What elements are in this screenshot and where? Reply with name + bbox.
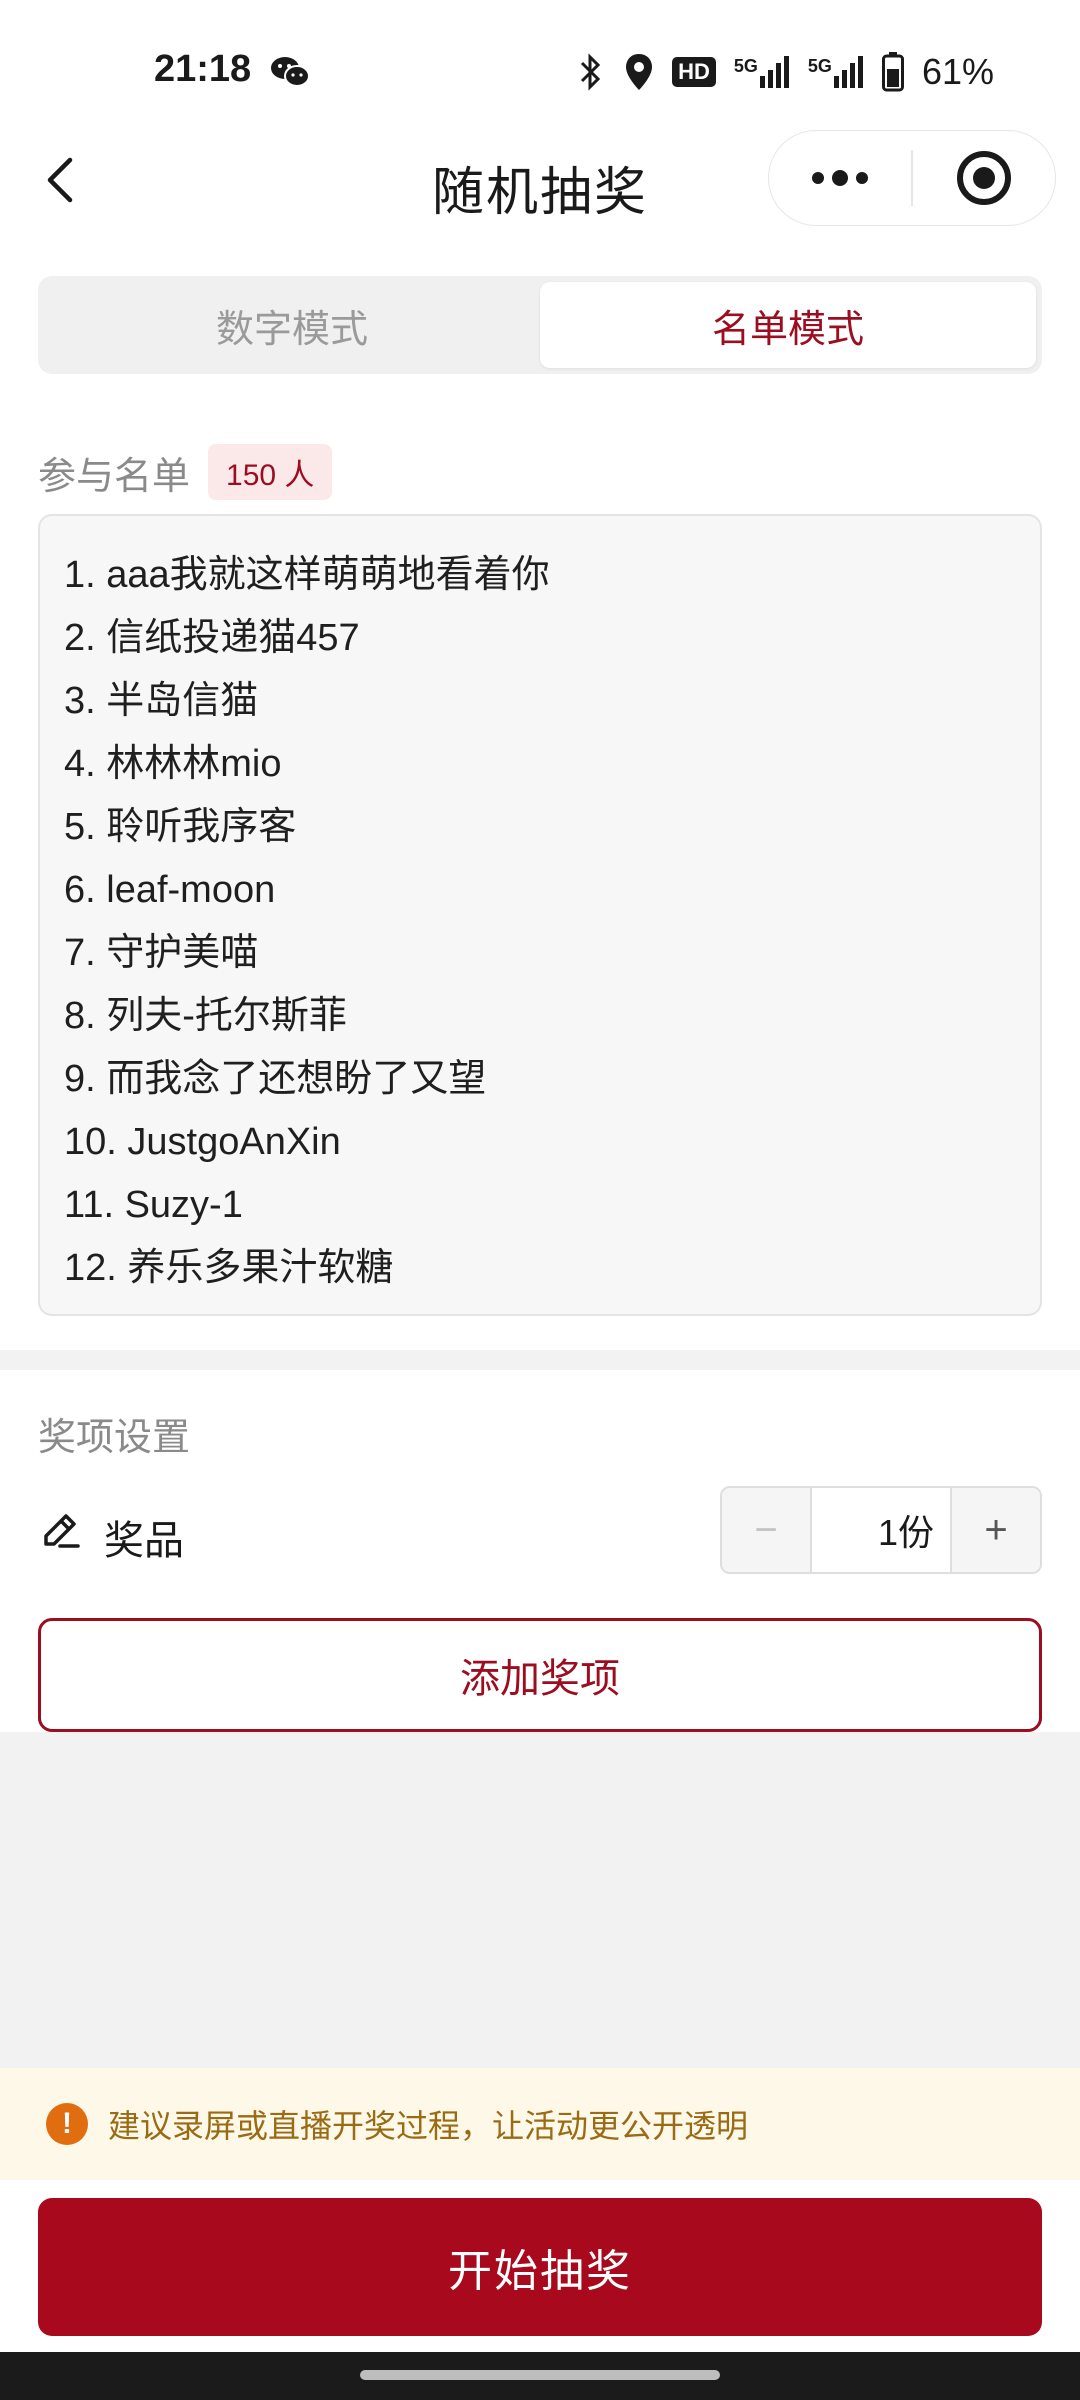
wechat-icon (270, 55, 310, 94)
prize-row: 奖品 − 1份 + (38, 1484, 1042, 1580)
list-item: 10. JustgoAnXin (64, 1121, 341, 1163)
list-item: 8. 列夫-托尔斯菲 (64, 995, 347, 1037)
battery-percent: 61% (921, 51, 994, 92)
signal-icon: 5G (808, 56, 864, 88)
warning-icon: ! (46, 2103, 88, 2145)
status-bar: 21:18 HD 5G 5G 61% (0, 0, 1080, 130)
list-item: 9. 而我念了还想盼了又望 (64, 1058, 487, 1100)
location-icon (626, 54, 653, 90)
tab-number-mode[interactable]: 数字模式 (44, 282, 540, 368)
list-item: 6. leaf-moon (64, 869, 276, 911)
notice-text: 建议录屏或直播开奖过程，让活动更公开透明 (108, 2108, 749, 2144)
status-icons: HD 5G 5G 61% (576, 48, 994, 96)
bluetooth-icon (581, 53, 601, 91)
decrement-button[interactable]: − (722, 1488, 812, 1572)
hd-icon: HD (672, 57, 716, 87)
battery-icon (881, 52, 904, 92)
participant-list-textarea[interactable]: 1. aaa我就这样萌萌地看着你 2. 信纸投递猫457 3. 半岛信猫 4. … (38, 514, 1042, 1316)
participants-label: 参与名单 (38, 455, 191, 498)
list-item: 4. 林林林mio (64, 743, 282, 785)
start-draw-button[interactable]: 开始抽奖 (38, 2198, 1042, 2336)
participant-count-badge: 150 人 (208, 444, 333, 500)
list-item: 12. 养乐多果汁软糖 (64, 1247, 394, 1289)
network-label: 5G (807, 56, 832, 76)
empty-area (0, 1732, 1080, 2068)
list-item: 1. aaa我就这样萌萌地看着你 (64, 554, 550, 596)
signal-icon: 5G (734, 56, 790, 88)
edit-icon[interactable] (38, 1508, 82, 1557)
prize-settings-title: 奖项设置 (38, 1417, 191, 1459)
home-indicator[interactable] (360, 2370, 720, 2380)
quantity-stepper: − 1份 + (720, 1486, 1042, 1574)
status-time: 21:18 (154, 48, 252, 90)
network-label: 5G (733, 56, 758, 76)
nav-bar: 随机抽奖 (0, 130, 1080, 230)
list-item: 11. Suzy-1 (64, 1184, 243, 1226)
increment-button[interactable]: + (950, 1488, 1040, 1572)
list-item: 5. 聆听我序客 (64, 806, 297, 848)
list-item: 3. 半岛信猫 (64, 680, 259, 722)
section-divider (0, 1350, 1080, 1370)
list-item: 7. 守护美喵 (64, 932, 259, 974)
prize-name-field[interactable]: 奖品 (104, 1508, 184, 1566)
mini-program-capsule (768, 130, 1056, 226)
participants-header: 参与名单 150 人 (38, 444, 333, 500)
tab-list-mode[interactable]: 名单模式 (540, 282, 1036, 368)
mode-switch: 数字模式 名单模式 (38, 276, 1042, 374)
list-item: 2. 信纸投递猫457 (64, 617, 360, 659)
quantity-input[interactable]: 1份 (812, 1488, 950, 1572)
more-icon[interactable] (769, 131, 911, 225)
add-prize-button[interactable]: 添加奖项 (38, 1618, 1042, 1732)
notice-banner: ! 建议录屏或直播开奖过程，让活动更公开透明 (0, 2068, 1080, 2180)
target-icon[interactable] (913, 131, 1055, 225)
